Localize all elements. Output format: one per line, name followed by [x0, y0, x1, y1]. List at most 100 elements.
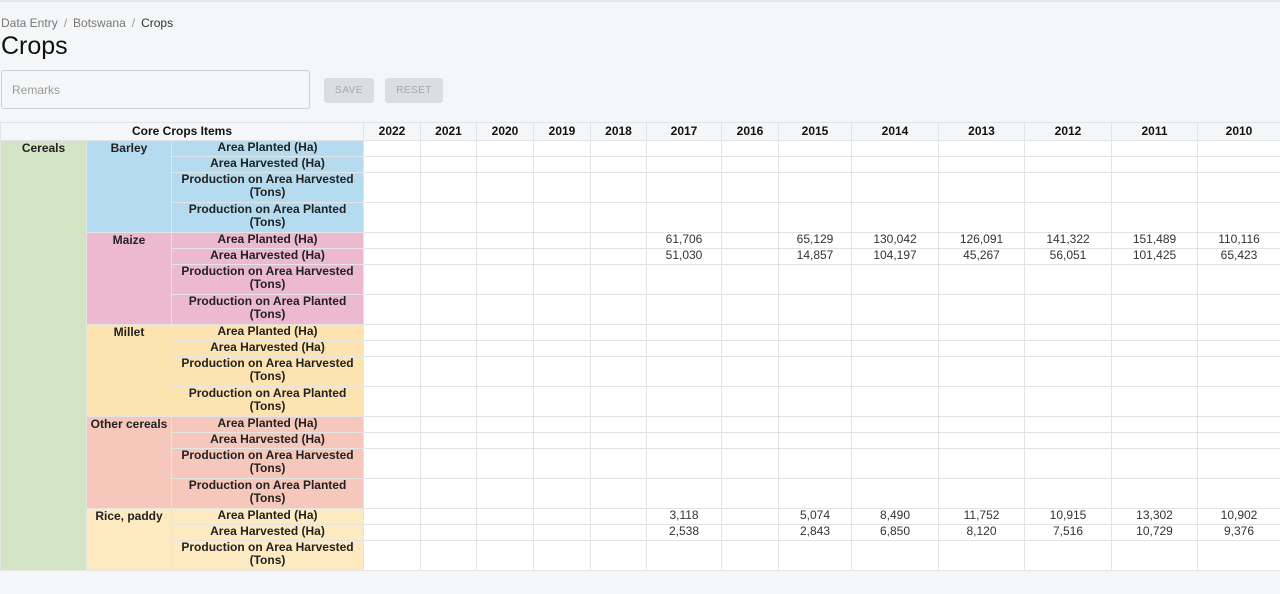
value-cell[interactable]: 65,423 — [1197, 248, 1280, 265]
value-cell[interactable] — [363, 508, 422, 525]
value-cell[interactable] — [420, 540, 478, 571]
value-cell[interactable] — [1024, 172, 1113, 203]
value-cell[interactable] — [778, 294, 853, 325]
value-cell[interactable] — [420, 294, 478, 325]
value-cell[interactable] — [420, 172, 478, 203]
value-cell[interactable] — [1197, 140, 1280, 157]
value-cell[interactable] — [420, 416, 478, 433]
value-cell[interactable] — [721, 324, 780, 341]
value-cell[interactable] — [590, 294, 648, 325]
value-cell[interactable] — [1197, 540, 1280, 571]
value-cell[interactable] — [778, 172, 853, 203]
value-cell[interactable] — [721, 524, 780, 541]
value-cell[interactable] — [363, 540, 422, 571]
value-cell[interactable] — [476, 386, 535, 417]
value-cell[interactable] — [721, 264, 780, 295]
value-cell[interactable] — [1111, 172, 1199, 203]
value-cell[interactable]: 2,843 — [778, 524, 853, 541]
value-cell[interactable] — [1111, 202, 1199, 233]
value-cell[interactable] — [363, 356, 422, 387]
value-cell[interactable] — [778, 156, 853, 173]
value-cell[interactable] — [851, 478, 940, 509]
value-cell[interactable] — [938, 202, 1026, 233]
reset-button[interactable]: RESET — [385, 78, 443, 103]
value-cell[interactable]: 151,489 — [1111, 232, 1199, 249]
value-cell[interactable] — [420, 202, 478, 233]
value-cell[interactable] — [778, 140, 853, 157]
value-cell[interactable] — [590, 156, 648, 173]
value-cell[interactable] — [1111, 340, 1199, 357]
value-cell[interactable] — [533, 540, 592, 571]
value-cell[interactable] — [721, 432, 780, 449]
value-cell[interactable] — [938, 324, 1026, 341]
value-cell[interactable] — [1111, 478, 1199, 509]
value-cell[interactable] — [646, 324, 723, 341]
value-cell[interactable] — [721, 248, 780, 265]
value-cell[interactable] — [721, 386, 780, 417]
value-cell[interactable] — [590, 172, 648, 203]
value-cell[interactable] — [721, 140, 780, 157]
value-cell[interactable] — [646, 340, 723, 357]
remarks-input[interactable] — [1, 70, 310, 109]
value-cell[interactable]: 14,857 — [778, 248, 853, 265]
value-cell[interactable] — [363, 140, 422, 157]
value-cell[interactable] — [533, 202, 592, 233]
value-cell[interactable] — [363, 248, 422, 265]
value-cell[interactable] — [938, 140, 1026, 157]
value-cell[interactable] — [721, 156, 780, 173]
value-cell[interactable] — [533, 264, 592, 295]
value-cell[interactable] — [646, 294, 723, 325]
value-cell[interactable] — [1024, 478, 1113, 509]
value-cell[interactable]: 101,425 — [1111, 248, 1199, 265]
value-cell[interactable] — [590, 232, 648, 249]
value-cell[interactable] — [851, 294, 940, 325]
value-cell[interactable] — [1197, 264, 1280, 295]
value-cell[interactable] — [590, 448, 648, 479]
value-cell[interactable] — [778, 478, 853, 509]
value-cell[interactable] — [476, 340, 535, 357]
value-cell[interactable] — [476, 416, 535, 433]
value-cell[interactable]: 104,197 — [851, 248, 940, 265]
value-cell[interactable] — [721, 416, 780, 433]
value-cell[interactable] — [363, 232, 422, 249]
value-cell[interactable] — [476, 508, 535, 525]
value-cell[interactable] — [851, 416, 940, 433]
value-cell[interactable] — [778, 386, 853, 417]
value-cell[interactable] — [363, 324, 422, 341]
value-cell[interactable] — [646, 432, 723, 449]
value-cell[interactable] — [590, 140, 648, 157]
value-cell[interactable] — [420, 156, 478, 173]
value-cell[interactable] — [1111, 324, 1199, 341]
value-cell[interactable] — [363, 202, 422, 233]
value-cell[interactable] — [476, 156, 535, 173]
value-cell[interactable] — [646, 356, 723, 387]
value-cell[interactable] — [363, 416, 422, 433]
value-cell[interactable] — [778, 540, 853, 571]
value-cell[interactable] — [1197, 324, 1280, 341]
value-cell[interactable] — [1197, 386, 1280, 417]
value-cell[interactable] — [851, 324, 940, 341]
value-cell[interactable] — [851, 202, 940, 233]
value-cell[interactable]: 126,091 — [938, 232, 1026, 249]
value-cell[interactable] — [1111, 416, 1199, 433]
breadcrumb-country[interactable]: Botswana — [73, 16, 126, 30]
value-cell[interactable] — [1197, 432, 1280, 449]
value-cell[interactable] — [1024, 416, 1113, 433]
value-cell[interactable] — [420, 232, 478, 249]
value-cell[interactable] — [851, 172, 940, 203]
value-cell[interactable] — [363, 156, 422, 173]
value-cell[interactable] — [533, 524, 592, 541]
value-cell[interactable] — [778, 432, 853, 449]
value-cell[interactable] — [420, 478, 478, 509]
value-cell[interactable] — [1197, 172, 1280, 203]
value-cell[interactable] — [1197, 448, 1280, 479]
value-cell[interactable] — [1111, 448, 1199, 479]
value-cell[interactable] — [533, 448, 592, 479]
value-cell[interactable] — [1024, 294, 1113, 325]
value-cell[interactable] — [533, 172, 592, 203]
value-cell[interactable] — [476, 294, 535, 325]
value-cell[interactable] — [590, 324, 648, 341]
value-cell[interactable] — [420, 432, 478, 449]
value-cell[interactable] — [721, 356, 780, 387]
value-cell[interactable] — [590, 340, 648, 357]
